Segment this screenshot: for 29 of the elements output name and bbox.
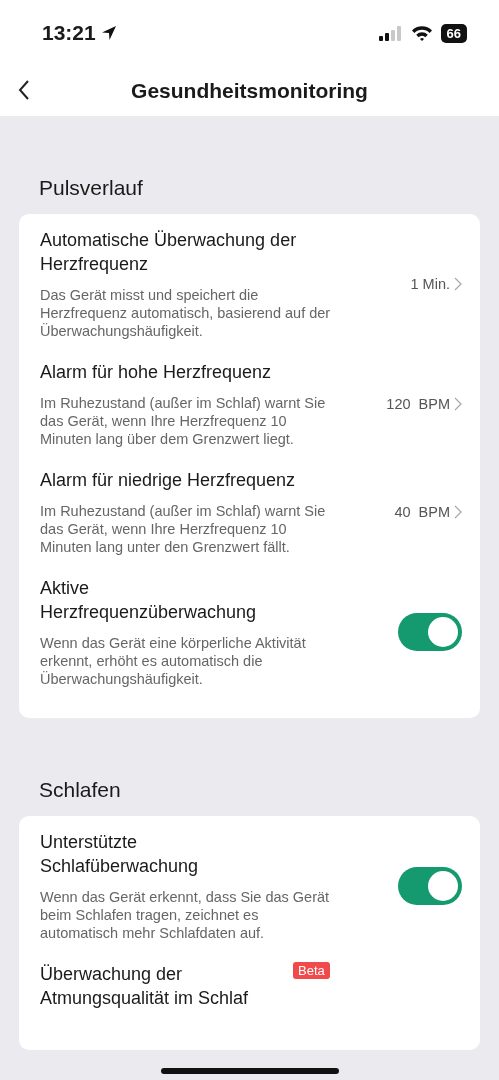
value-selector[interactable]: 1 Min. (410, 276, 462, 292)
setting-description: Wenn das Gerät eine körperliche Aktivität erkennt, erhöht es automatisch die Überwachungshäufigkeit. (40, 634, 307, 688)
chevron-right-icon (454, 277, 462, 291)
status-time: 13:21 (42, 21, 96, 45)
page-title: Gesundheitsmonitoring (131, 79, 368, 103)
setting-title: Alarm für niedrige Herzfrequenz (40, 469, 296, 492)
section-heading: Schlafen (38, 777, 122, 803)
setting-description: Im Ruhezustand (außer im Schlaf) warnt Sie das Gerät, wenn Ihre Herzfrequenz 10 Minuten lang über dem Grenzwert liegt. (40, 394, 327, 448)
toggle-switch[interactable] (398, 613, 462, 651)
location-arrow-icon (99, 24, 118, 42)
chevron-right-icon (454, 505, 462, 519)
setting-title: Automatische Überwachung der Herzfrequenz (40, 229, 298, 276)
chevron-right-icon (454, 397, 462, 411)
toggle-switch[interactable] (398, 867, 462, 905)
back-chevron-icon (18, 80, 30, 100)
setting-description: Wenn das Gerät erkennt, dass Sie das Gerät beim Schlafen tragen, zeichnet es automatisch mehr Schlafdaten auf. (40, 888, 331, 942)
wifi-icon (410, 25, 433, 41)
value-selector[interactable]: 120 BPM (386, 396, 462, 412)
setting-description: Im Ruhezustand (außer im Schlaf) warnt Sie das Gerät, wenn Ihre Herzfrequenz 10 Minuten lang unter den Grenzwert fällt. (40, 502, 327, 556)
section-heading: Pulsverlauf (38, 175, 144, 201)
signal-icon (378, 25, 403, 41)
beta-badge: Beta (293, 962, 330, 979)
setting-title: Alarm für hohe Herzfrequenz (40, 361, 272, 384)
setting-title: Aktive Herzfrequenzüberwachung (40, 577, 258, 624)
setting-title: Unterstützte Schlafüberwachung (40, 831, 200, 878)
setting-description: Das Gerät misst und speichert die Herzfrequenz automatisch, basierend auf der Überwachungshäufigkeit. (40, 286, 332, 340)
setting-title: Überwachung der Atmungsqualität im Schlaf (40, 963, 250, 1010)
value-selector[interactable]: 40 BPM (394, 504, 462, 520)
battery-indicator: 66 (440, 23, 467, 43)
